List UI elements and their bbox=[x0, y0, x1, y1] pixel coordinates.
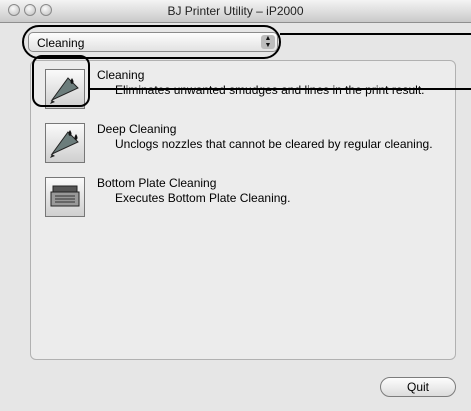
deep-cleaning-title: Deep Cleaning bbox=[97, 122, 177, 136]
cleaning-description: Eliminates unwanted smudges and lines in… bbox=[115, 83, 425, 97]
deep-cleaning-icon[interactable] bbox=[45, 123, 85, 163]
dropdown-callout-line bbox=[280, 33, 471, 35]
bottom-plate-cleaning-icon[interactable] bbox=[45, 177, 85, 217]
icon-callout-highlight bbox=[32, 55, 90, 107]
maintenance-panel: Cleaning Eliminates unwanted smudges and… bbox=[30, 60, 456, 360]
cleaning-title: Cleaning bbox=[97, 68, 145, 82]
icon-callout-line bbox=[89, 88, 471, 90]
window-title: BJ Printer Utility – iP2000 bbox=[167, 4, 304, 18]
title-bar: BJ Printer Utility – iP2000 bbox=[0, 0, 471, 23]
dropdown-callout-highlight bbox=[22, 25, 281, 59]
bottom-plate-cleaning-title: Bottom Plate Cleaning bbox=[97, 176, 217, 190]
deep-cleaning-description: Unclogs nozzles that cannot be cleared b… bbox=[115, 137, 433, 151]
quit-button[interactable]: Quit bbox=[380, 377, 456, 397]
printer-utility-window: BJ Printer Utility – iP2000 Cleaning ▲ ▼ … bbox=[0, 0, 471, 411]
bottom-plate-cleaning-description: Executes Bottom Plate Cleaning. bbox=[115, 191, 291, 205]
